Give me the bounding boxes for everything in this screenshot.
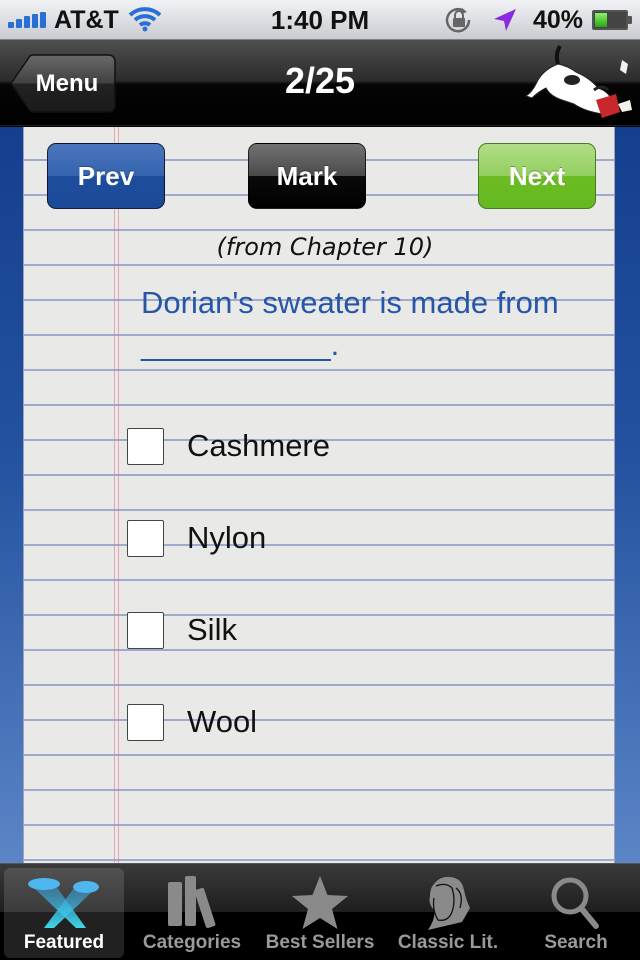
tab-label: Categories (142, 932, 242, 953)
shakespeare-head-icon (428, 876, 470, 930)
prev-button[interactable]: Prev (47, 143, 165, 209)
navigation-bar: Menu 2/25 (0, 40, 640, 126)
dog-mascot-logo-icon (524, 44, 632, 118)
answer-option[interactable]: Silk (127, 610, 237, 650)
tab-label: Search (544, 932, 608, 953)
status-bar: AT&T 1:40 PM 40% (0, 0, 640, 40)
tab-label: Featured (23, 932, 105, 953)
answer-option[interactable]: Nylon (127, 518, 266, 558)
answer-option[interactable]: Wool (127, 702, 257, 742)
tab-featured[interactable]: Featured (4, 868, 124, 958)
prev-button-label: Prev (77, 160, 135, 191)
tab-label: Classic Lit. (397, 932, 499, 953)
answer-label: Wool (187, 704, 258, 739)
answer-label: Cashmere (187, 428, 330, 463)
rotation-lock-icon (445, 8, 471, 33)
content-area: Prev Mark Next (from Chapter 10) Dorian'… (0, 127, 640, 863)
battery-icon (592, 10, 632, 30)
next-button[interactable]: Next (478, 143, 596, 209)
star-icon (292, 876, 348, 929)
tab-categories[interactable]: Categories (132, 868, 252, 958)
tab-label: Best Sellers (265, 932, 375, 953)
battery-fill (595, 13, 607, 27)
books-icon (168, 876, 216, 929)
answer-label: Silk (187, 612, 237, 647)
question-text: Dorian's sweater is made from __________… (141, 285, 559, 362)
battery-percent: 40% (533, 6, 584, 34)
notebook-paper: Prev Mark Next (from Chapter 10) Dorian'… (23, 127, 615, 863)
next-button-label: Next (508, 160, 566, 191)
tab-classic-lit[interactable]: Classic Lit. (388, 868, 508, 958)
tab-bar: Featured Categories Best Sellers Classic… (0, 863, 640, 960)
answer-checkbox[interactable] (127, 519, 164, 557)
mark-button[interactable]: Mark (248, 143, 366, 209)
featured-spotlight-icon (28, 878, 99, 928)
question-source: (from Chapter 10) (216, 233, 434, 261)
answer-option[interactable]: Cashmere (127, 426, 330, 466)
tab-best-sellers[interactable]: Best Sellers (260, 868, 380, 958)
tab-search[interactable]: Search (516, 868, 636, 958)
answer-checkbox[interactable] (127, 703, 164, 741)
answer-checkbox[interactable] (127, 427, 164, 465)
answer-label: Nylon (187, 520, 267, 555)
mark-button-label: Mark (276, 160, 338, 191)
location-arrow-icon (494, 9, 516, 31)
answer-checkbox[interactable] (127, 611, 164, 649)
search-icon (551, 877, 599, 929)
